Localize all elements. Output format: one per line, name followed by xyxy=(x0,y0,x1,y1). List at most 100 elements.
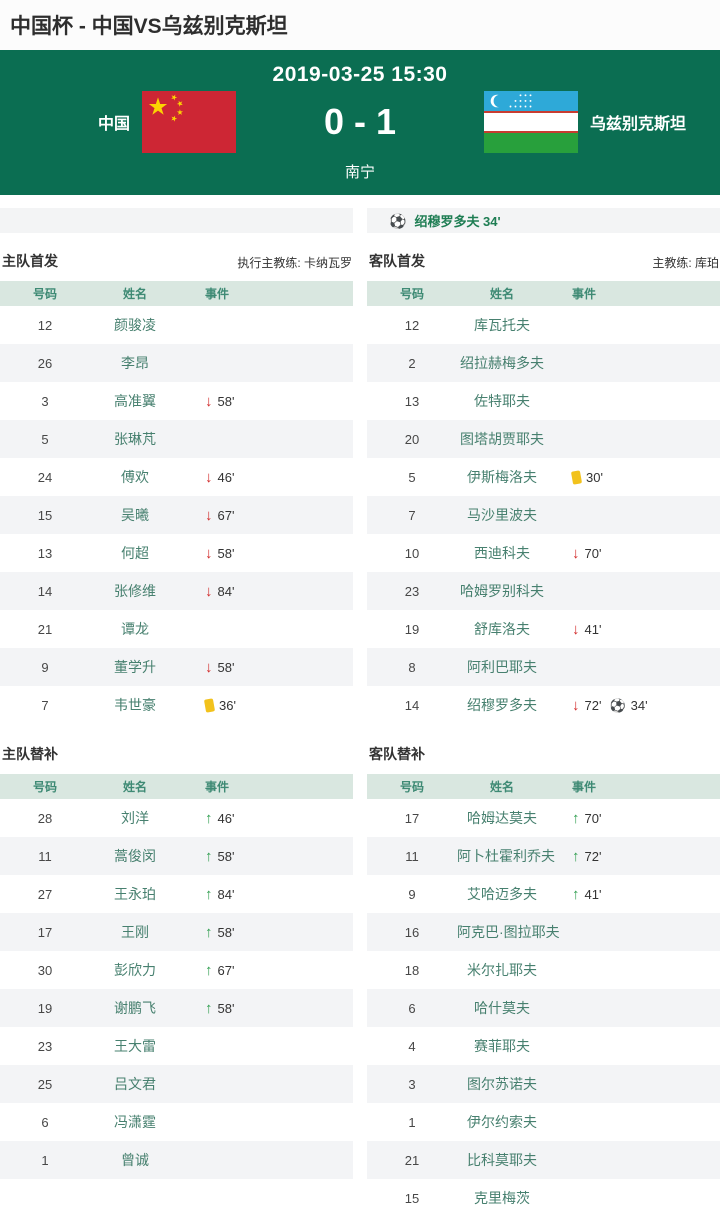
player-name: 王永珀 xyxy=(90,884,180,904)
sub-in-icon: ↑ xyxy=(205,849,213,864)
player-row: 11阿卜杜霍利乔夫↑72' xyxy=(367,837,720,875)
player-row: 23哈姆罗别科夫 xyxy=(367,572,720,610)
player-number: 19 xyxy=(367,622,457,637)
player-number: 20 xyxy=(367,432,457,447)
sub-in-icon: ↑ xyxy=(205,887,213,902)
event-time: 58' xyxy=(218,1001,235,1016)
china-flag-icon xyxy=(142,91,236,153)
player-number: 25 xyxy=(0,1077,90,1092)
event-time: 84' xyxy=(218,584,235,599)
player-name: 颜骏凌 xyxy=(90,315,180,335)
event-time: 46' xyxy=(218,470,235,485)
player-name: 冯潇霆 xyxy=(90,1112,180,1132)
player-name: 曾诚 xyxy=(90,1150,180,1170)
away-start-column: 客队首发 主教练: 库珀 号码 姓名 事件 12库瓦托夫2绍拉赫梅多夫13佐特耶… xyxy=(367,233,720,724)
player-number: 30 xyxy=(0,963,90,978)
player-name: 伊尔约索夫 xyxy=(457,1112,547,1132)
player-row: 10西迪科夫↓70' xyxy=(367,534,720,572)
player-name: 张琳芃 xyxy=(90,429,180,449)
away-goal-scorer: 绍穆罗多夫 34' xyxy=(414,211,500,230)
player-row: 12颜骏凌 xyxy=(0,306,353,344)
away-goal-strip: ⚽ 绍穆罗多夫 34' xyxy=(367,208,720,233)
player-row: 19谢鹏飞↑58' xyxy=(0,989,353,1027)
player-row: 12库瓦托夫 xyxy=(367,306,720,344)
player-name: 吴曦 xyxy=(90,505,180,525)
player-number: 13 xyxy=(367,394,457,409)
sub-out-icon: ↓ xyxy=(572,698,580,713)
player-row: 9董学升↓58' xyxy=(0,648,353,686)
col-name-label: 姓名 xyxy=(90,778,180,795)
sub-in-icon: ↑ xyxy=(572,849,580,864)
player-name: 张修维 xyxy=(90,581,180,601)
away-subs-table: 17哈姆达莫夫↑70'11阿卜杜霍利乔夫↑72'9艾哈迈多夫↑41'16阿克巴·… xyxy=(367,799,720,1217)
player-name: 刘洋 xyxy=(90,808,180,828)
player-number: 23 xyxy=(0,1039,90,1054)
player-number: 27 xyxy=(0,887,90,902)
yellow-card-icon xyxy=(204,698,215,712)
col-name-label: 姓名 xyxy=(457,285,547,302)
player-number: 14 xyxy=(367,698,457,713)
player-name: 克里梅茨 xyxy=(457,1188,547,1208)
player-name: 李昂 xyxy=(90,353,180,373)
away-team-name: 乌兹别克斯坦 xyxy=(590,110,686,134)
sub-out-icon: ↓ xyxy=(205,394,213,409)
home-subs-table: 28刘洋↑46'11蒿俊闵↑58'27王永珀↑84'17王刚↑58'30彭欣力↑… xyxy=(0,799,353,1179)
player-name: 哈什莫夫 xyxy=(457,998,547,1018)
player-row: 6冯潇霆 xyxy=(0,1103,353,1141)
player-row: 15吴曦↓67' xyxy=(0,496,353,534)
player-row: 11蒿俊闵↑58' xyxy=(0,837,353,875)
scoreboard: 2019-03-25 15:30 中国 0 - 1 xyxy=(0,50,720,195)
event-time: 72' xyxy=(585,698,602,713)
player-row: 17王刚↑58' xyxy=(0,913,353,951)
home-coach: 执行主教练: 卡纳瓦罗 xyxy=(237,254,352,271)
player-events: ↑46' xyxy=(180,811,353,826)
player-row: 5张琳芃 xyxy=(0,420,353,458)
event-time: 41' xyxy=(585,622,602,637)
event-time: 58' xyxy=(218,660,235,675)
player-name: 哈姆罗别科夫 xyxy=(457,581,547,601)
home-start-title: 主队首发 xyxy=(2,251,58,271)
col-number-label: 号码 xyxy=(367,285,457,302)
goal-icon: ⚽ xyxy=(609,699,625,712)
player-row: 21谭龙 xyxy=(0,610,353,648)
sub-in-icon: ↑ xyxy=(205,1001,213,1016)
col-event-label: 事件 xyxy=(547,285,720,302)
event-time: 84' xyxy=(218,887,235,902)
player-row: 2绍拉赫梅多夫 xyxy=(367,344,720,382)
player-events: ↑ 84' xyxy=(180,887,353,902)
player-number: 9 xyxy=(367,887,457,902)
player-number: 1 xyxy=(367,1115,457,1130)
player-row: 16阿克巴·图拉耶夫 xyxy=(367,913,720,951)
player-number: 28 xyxy=(0,811,90,826)
sub-out-icon: ↓ xyxy=(572,546,580,561)
player-row: 8阿利巴耶夫 xyxy=(367,648,720,686)
player-name: 王大雷 xyxy=(90,1036,180,1056)
player-row: 7马沙里波夫 xyxy=(367,496,720,534)
event-time: 30' xyxy=(586,470,603,485)
col-event-label: 事件 xyxy=(180,285,353,302)
player-events: ↑58' xyxy=(180,849,353,864)
player-number: 7 xyxy=(367,508,457,523)
away-subs-column: 客队替补 号码 姓名 事件 17哈姆达莫夫↑70'11阿卜杜霍利乔夫↑72'9艾… xyxy=(367,726,720,1217)
player-name: 赛菲耶夫 xyxy=(457,1036,547,1056)
event-time: 70' xyxy=(585,811,602,826)
table-header: 号码 姓名 事件 xyxy=(367,281,720,306)
home-events-strip xyxy=(0,208,353,233)
score: 0 - 1 xyxy=(236,91,484,153)
sub-in-icon: ↑ xyxy=(205,925,213,940)
player-row: 9艾哈迈多夫↑41' xyxy=(367,875,720,913)
player-row: 19舒库洛夫↓41' xyxy=(367,610,720,648)
venue: 南宁 xyxy=(0,161,720,182)
player-number: 13 xyxy=(0,546,90,561)
player-row: 14绍穆罗多夫↓72'⚽34' xyxy=(367,686,720,724)
player-row: 28刘洋↑46' xyxy=(0,799,353,837)
table-header: 号码 姓名 事件 xyxy=(367,774,720,799)
event-time: 46' xyxy=(218,811,235,826)
player-events: 36' xyxy=(180,698,353,713)
sub-out-icon: ↓ xyxy=(205,584,213,599)
col-event-label: 事件 xyxy=(547,778,720,795)
player-number: 26 xyxy=(0,356,90,371)
sub-in-icon: ↑ xyxy=(205,963,213,978)
player-number: 7 xyxy=(0,698,90,713)
player-row: 15克里梅茨 xyxy=(367,1179,720,1217)
